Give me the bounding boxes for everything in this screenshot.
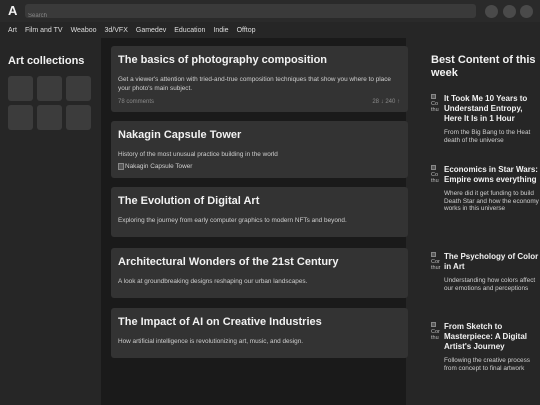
card-description: History of the most unusual practice bui… [118,151,278,158]
content-feed: The basics of photography composition Ge… [101,38,408,405]
broken-image-icon [118,163,124,170]
comments-count[interactable]: 78 comments [118,99,154,105]
nav-item-film-and-tv[interactable]: Film and TV [25,27,63,34]
feed-card[interactable]: The basics of photography composition Ge… [111,46,408,112]
vote-counts[interactable]: 28 ↓ 240 ↑ [372,99,400,105]
search-input[interactable] [25,9,476,23]
broken-image-icon [431,252,436,257]
collection-grid [8,76,91,130]
best-item-thumbnail[interactable]: Cor thur [431,252,441,271]
best-item-title[interactable]: It Took Me 10 Years to Understand Entrop… [444,94,539,124]
card-title[interactable]: The Impact of AI on Creative Industries [118,316,400,329]
nav-item-offtop[interactable]: Offtop [237,27,256,34]
best-item-description: Following the creative process from conc… [444,357,530,372]
card-title[interactable]: Nakagin Capsule Tower [118,129,400,142]
card-description: A look at groundbreaking designs reshapi… [118,278,308,285]
category-nav: Art Film and TV Weaboo 3d/VFX Gamedev Ed… [0,22,540,38]
best-item-title[interactable]: From Sketch to Masterpiece: A Digital Ar… [444,322,539,352]
card-title[interactable]: The Evolution of Digital Art [118,195,400,208]
best-item-title[interactable]: The Psychology of Color in Art [444,252,539,272]
best-item-thumbnail[interactable]: Cor thu [431,322,441,341]
best-item-description: Where did it get funding to build Death … [444,190,539,212]
collection-thumb[interactable] [8,76,33,101]
thumbnail-alt: Cor thu [431,329,440,341]
feed-card[interactable]: The Impact of AI on Creative Industries … [111,308,408,358]
best-content-title: Best Content of this week [431,54,536,79]
top-bar: A [0,0,540,23]
art-collections-panel: Art collections [0,38,100,405]
best-content-item[interactable]: Co thu Economics in Star Wars: Empire ow… [431,165,539,213]
header-action-button-1[interactable] [485,5,498,18]
best-item-description: From the Big Bang to the Heat death of t… [444,129,531,144]
best-content-item[interactable]: Cor thu From Sketch to Masterpiece: A Di… [431,322,539,372]
art-collections-title: Art collections [8,55,85,67]
thumbnail-alt: Co thu [431,172,439,184]
feed-card[interactable]: Nakagin Capsule Tower History of the mos… [111,121,408,178]
collection-thumb[interactable] [8,105,33,130]
collection-thumb[interactable] [37,76,62,101]
broken-image-icon [431,165,436,170]
collection-thumb[interactable] [37,105,62,130]
nav-item-indie[interactable]: Indie [213,27,228,34]
card-description: Exploring the journey from early compute… [118,217,347,224]
header-action-button-2[interactable] [503,5,516,18]
card-title[interactable]: The basics of photography composition [118,54,400,67]
nav-item-gamedev[interactable]: Gamedev [136,27,166,34]
best-item-thumbnail[interactable]: Co thu [431,165,441,184]
site-logo[interactable]: A [8,3,17,18]
collection-thumb[interactable] [66,105,91,130]
search-bar[interactable] [25,4,476,23]
best-item-description: Understanding how colors affect our emot… [444,277,536,292]
best-content-item[interactable]: Cor thur The Psychology of Color in Art … [431,252,539,292]
nav-item-education[interactable]: Education [174,27,205,34]
feed-card[interactable]: The Evolution of Digital Art Exploring t… [111,187,408,237]
best-item-thumbnail[interactable]: Co thu [431,94,441,113]
nav-item-3d-vfx[interactable]: 3d/VFX [105,27,128,34]
card-description: Get a viewer's attention with tried-and-… [118,76,391,92]
card-title[interactable]: Architectural Wonders of the 21st Centur… [118,256,400,269]
card-description: How artificial intelligence is revolutio… [118,338,304,345]
feed-card[interactable]: Architectural Wonders of the 21st Centur… [111,248,408,298]
card-meta: 78 comments 28 ↓ 240 ↑ [118,99,400,105]
user-avatar-button[interactable] [520,5,533,18]
nav-item-weaboo[interactable]: Weaboo [71,27,97,34]
broken-image-icon [431,322,436,327]
broken-image-icon [431,94,436,99]
card-image: Nakagin Capsule Tower [118,163,400,170]
thumbnail-alt: Cor thur [431,259,441,271]
thumbnail-alt: Co thu [431,101,439,113]
best-content-panel: Best Content of this week Co thu It Took… [424,38,540,405]
best-item-title[interactable]: Economics in Star Wars: Empire owns ever… [444,165,539,185]
best-content-item[interactable]: Co thu It Took Me 10 Years to Understand… [431,94,539,144]
nav-item-art[interactable]: Art [8,27,17,34]
card-image-alt: Nakagin Capsule Tower [125,163,193,170]
collection-thumb[interactable] [66,76,91,101]
